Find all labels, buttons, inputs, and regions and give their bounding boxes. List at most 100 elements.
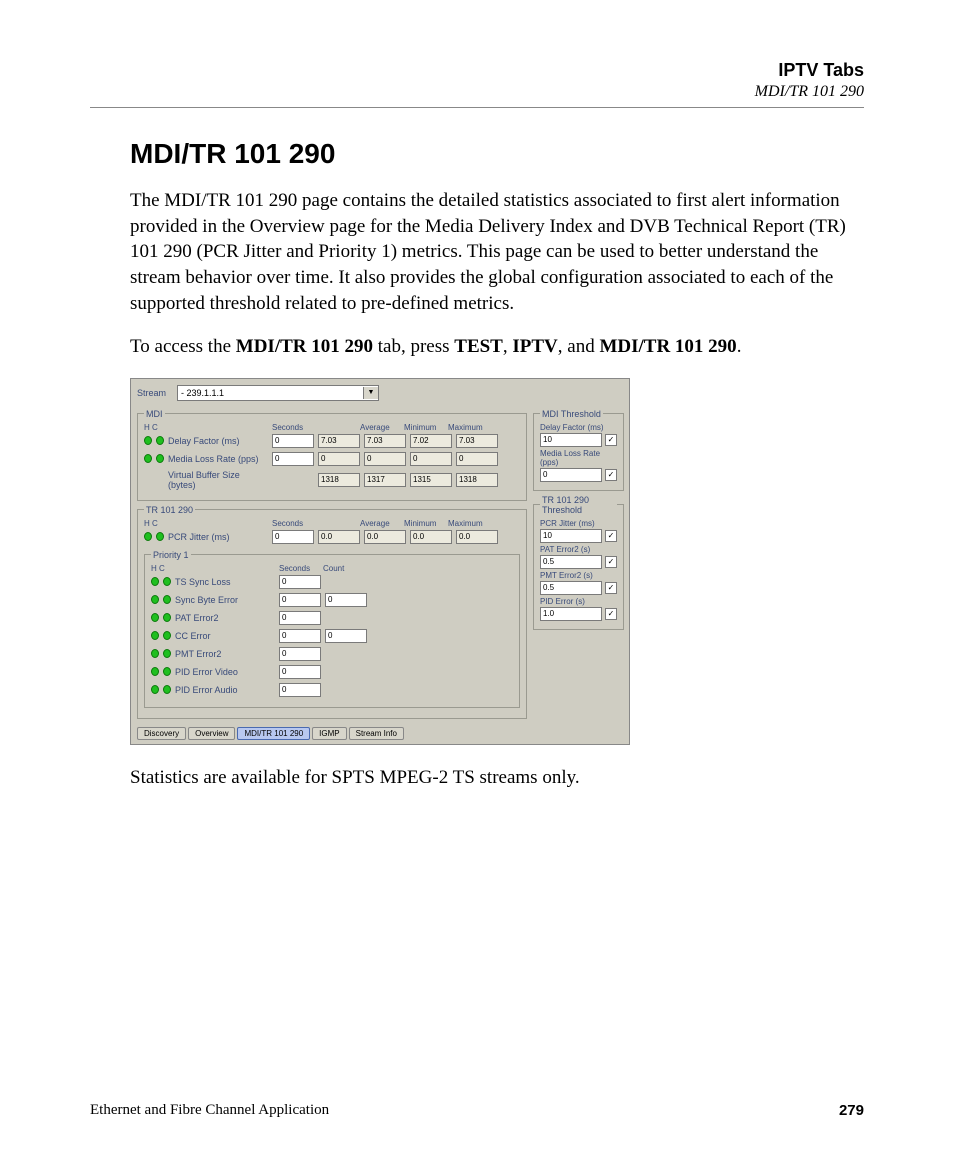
status-dot-c <box>163 631 171 640</box>
stat-row: PAT Error2 0 <box>151 611 513 625</box>
seconds-field[interactable]: 0 <box>279 629 321 643</box>
seconds-field[interactable]: 0 <box>279 593 321 607</box>
footer-left: Ethernet and Fibre Channel Application <box>90 1102 329 1119</box>
count-field[interactable]: 0 <box>325 593 367 607</box>
status-dot-h <box>144 532 152 541</box>
dropdown-arrow-icon[interactable]: ▼ <box>363 387 378 399</box>
metric-name: Sync Byte Error <box>175 595 275 605</box>
seconds-field[interactable]: 0 <box>279 611 321 625</box>
stat-row: PCR Jitter (ms) 0 0.0 0.0 0.0 0.0 <box>144 530 520 544</box>
tab-discovery[interactable]: Discovery <box>137 727 186 740</box>
tab-mdi-tr-101-290[interactable]: MDI/TR 101 290 <box>237 727 310 740</box>
tab-igmp[interactable]: IGMP <box>312 727 346 740</box>
seconds-field[interactable]: 0 <box>279 665 321 679</box>
mdi-legend: MDI <box>144 409 165 419</box>
tr-legend: TR 101 290 <box>144 505 195 515</box>
p1-header-row: H C Seconds Count <box>151 564 513 573</box>
seconds-field[interactable]: 0 <box>272 530 314 544</box>
count-field[interactable]: 0 <box>325 629 367 643</box>
value-field: 1318 <box>318 473 360 487</box>
seconds-field[interactable]: 0 <box>279 683 321 697</box>
mdi-header-row: H C Seconds Average Minimum Maximum <box>144 423 520 432</box>
stat-row: PID Error Video 0 <box>151 665 513 679</box>
threshold-label: PAT Error2 (s) <box>540 545 617 554</box>
seconds-field[interactable]: 0 <box>272 452 314 466</box>
stream-row: Stream - 239.1.1.1 ▼ <box>137 385 623 401</box>
status-dot-h <box>144 454 152 463</box>
threshold-row: PID Error (s)1.0✓ <box>540 597 617 621</box>
threshold-checkbox[interactable]: ✓ <box>605 530 617 542</box>
value-field: 0 <box>364 452 406 466</box>
status-dot-h <box>151 613 159 622</box>
tr-threshold-legend: TR 101 290 Threshold <box>540 495 617 515</box>
status-dot-h <box>151 685 159 694</box>
value-field: 0.0 <box>456 530 498 544</box>
mdi-threshold-legend: MDI Threshold <box>540 409 603 419</box>
value-field: 0.0 <box>364 530 406 544</box>
metric-name: PID Error Audio <box>175 685 275 695</box>
seconds-field[interactable]: 0 <box>272 434 314 448</box>
page-header: IPTV Tabs MDI/TR 101 290 <box>90 60 864 101</box>
stat-row: Virtual Buffer Size (bytes)1318131713151… <box>144 470 520 490</box>
page-footer: Ethernet and Fibre Channel Application 2… <box>90 1102 864 1119</box>
document-page: IPTV Tabs MDI/TR 101 290 MDI/TR 101 290 … <box>0 0 954 1159</box>
value-field: 7.03 <box>318 434 360 448</box>
value-field: 0 <box>456 452 498 466</box>
threshold-input[interactable]: 0.5 <box>540 555 602 569</box>
value-field: 0 <box>318 452 360 466</box>
status-dot-h <box>151 595 159 604</box>
status-dot-c <box>163 595 171 604</box>
metric-name: Media Loss Rate (pps) <box>168 454 268 464</box>
seconds-field[interactable]: 0 <box>279 647 321 661</box>
threshold-input[interactable]: 10 <box>540 433 602 447</box>
stat-row: Sync Byte Error 00 <box>151 593 513 607</box>
app-screenshot: Stream - 239.1.1.1 ▼ MDI H C Seconds Ave… <box>130 378 630 745</box>
seconds-field[interactable]: 0 <box>279 575 321 589</box>
status-dot-c <box>163 649 171 658</box>
threshold-checkbox[interactable]: ✓ <box>605 434 617 446</box>
threshold-input[interactable]: 1.0 <box>540 607 602 621</box>
tab-overview[interactable]: Overview <box>188 727 235 740</box>
value-field: 1318 <box>456 473 498 487</box>
value-field: 7.02 <box>410 434 452 448</box>
value-field: 0.0 <box>318 530 360 544</box>
threshold-label: Media Loss Rate (pps) <box>540 449 617 467</box>
metric-name: PAT Error2 <box>175 613 275 623</box>
threshold-checkbox[interactable]: ✓ <box>605 556 617 568</box>
priority1-legend: Priority 1 <box>151 550 191 560</box>
status-dot-c <box>163 667 171 676</box>
threshold-row: PCR Jitter (ms)10✓ <box>540 519 617 543</box>
status-dot-h <box>144 436 152 445</box>
mdi-threshold-fieldset: MDI Threshold Delay Factor (ms)10✓Media … <box>533 409 624 491</box>
threshold-input[interactable]: 10 <box>540 529 602 543</box>
metric-name: PID Error Video <box>175 667 275 677</box>
threshold-checkbox[interactable]: ✓ <box>605 469 617 481</box>
header-title: IPTV Tabs <box>90 60 864 81</box>
stream-select[interactable]: - 239.1.1.1 ▼ <box>177 385 379 401</box>
stream-label: Stream <box>137 388 173 398</box>
header-subtitle: MDI/TR 101 290 <box>90 83 864 101</box>
threshold-row: Delay Factor (ms)10✓ <box>540 423 617 447</box>
threshold-row: Media Loss Rate (pps)0✓ <box>540 449 617 482</box>
tab-stream-info[interactable]: Stream Info <box>349 727 404 740</box>
threshold-input[interactable]: 0 <box>540 468 602 482</box>
threshold-label: PCR Jitter (ms) <box>540 519 617 528</box>
threshold-label: Delay Factor (ms) <box>540 423 617 432</box>
stat-row: Delay Factor (ms)07.037.037.027.03 <box>144 434 520 448</box>
metric-name: Virtual Buffer Size (bytes) <box>168 470 268 490</box>
status-dot-h <box>151 667 159 676</box>
threshold-input[interactable]: 0.5 <box>540 581 602 595</box>
metric-name: PCR Jitter (ms) <box>168 532 268 542</box>
threshold-row: PMT Error2 (s)0.5✓ <box>540 571 617 595</box>
mdi-fieldset: MDI H C Seconds Average Minimum Maximum … <box>137 409 527 501</box>
value-field: 0.0 <box>410 530 452 544</box>
threshold-checkbox[interactable]: ✓ <box>605 608 617 620</box>
status-dot-c <box>163 577 171 586</box>
value-field: 1315 <box>410 473 452 487</box>
paragraph-2: To access the MDI/TR 101 290 tab, press … <box>130 334 864 360</box>
threshold-row: PAT Error2 (s)0.5✓ <box>540 545 617 569</box>
tab-bar: DiscoveryOverviewMDI/TR 101 290IGMPStrea… <box>137 727 623 740</box>
threshold-checkbox[interactable]: ✓ <box>605 582 617 594</box>
metric-name: Delay Factor (ms) <box>168 436 268 446</box>
value-field: 7.03 <box>456 434 498 448</box>
